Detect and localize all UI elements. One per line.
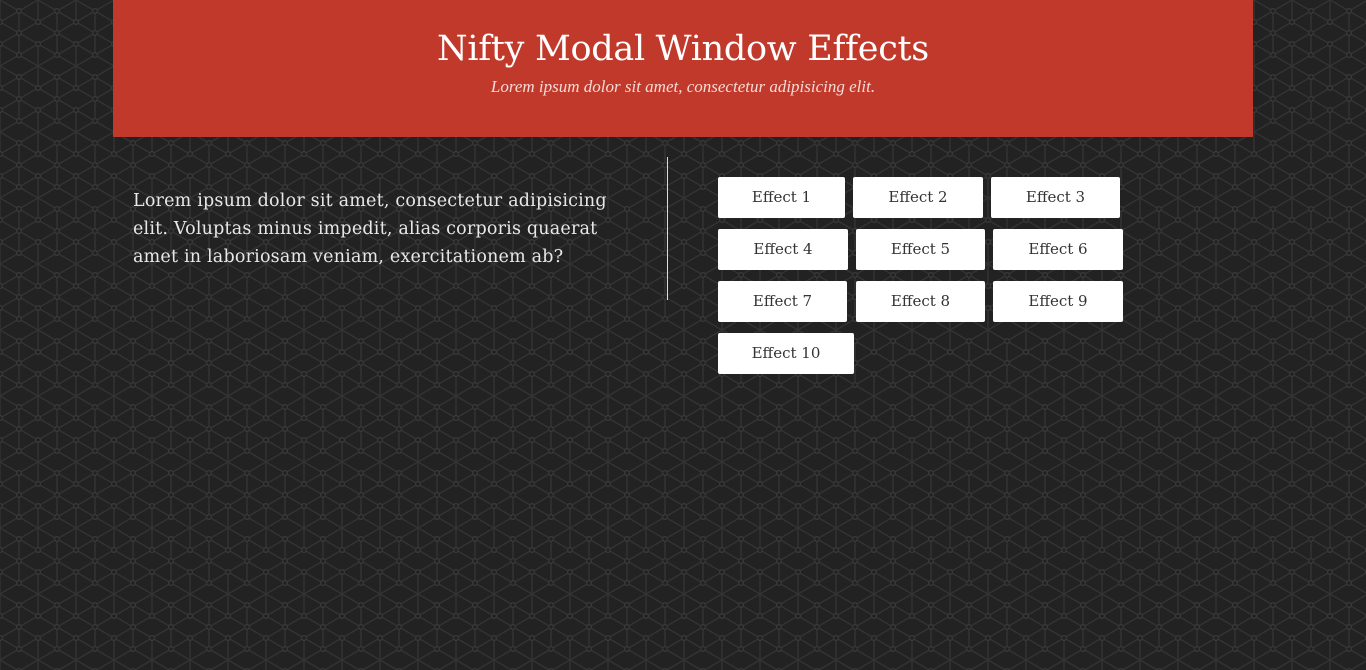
effect-3-button[interactable]: Effect 3 [991, 177, 1120, 218]
effect-6-button[interactable]: Effect 6 [993, 229, 1123, 270]
effect-4-button[interactable]: Effect 4 [718, 229, 848, 270]
effect-7-button[interactable]: Effect 7 [718, 281, 847, 322]
effect-9-button[interactable]: Effect 9 [993, 281, 1123, 322]
effect-5-button[interactable]: Effect 5 [856, 229, 985, 270]
effect-2-button[interactable]: Effect 2 [853, 177, 983, 218]
page-subtitle: Lorem ipsum dolor sit amet, consectetur … [490, 77, 876, 96]
column-divider [667, 157, 668, 300]
intro-text: Lorem ipsum dolor sit amet, consectetur … [133, 191, 607, 267]
effect-10-button[interactable]: Effect 10 [718, 333, 854, 374]
effect-1-button[interactable]: Effect 1 [718, 177, 845, 218]
page-title: Nifty Modal Window Effects [437, 29, 929, 69]
page-header: Nifty Modal Window Effects Lorem ipsum d… [113, 0, 1253, 137]
effect-8-button[interactable]: Effect 8 [856, 281, 985, 322]
